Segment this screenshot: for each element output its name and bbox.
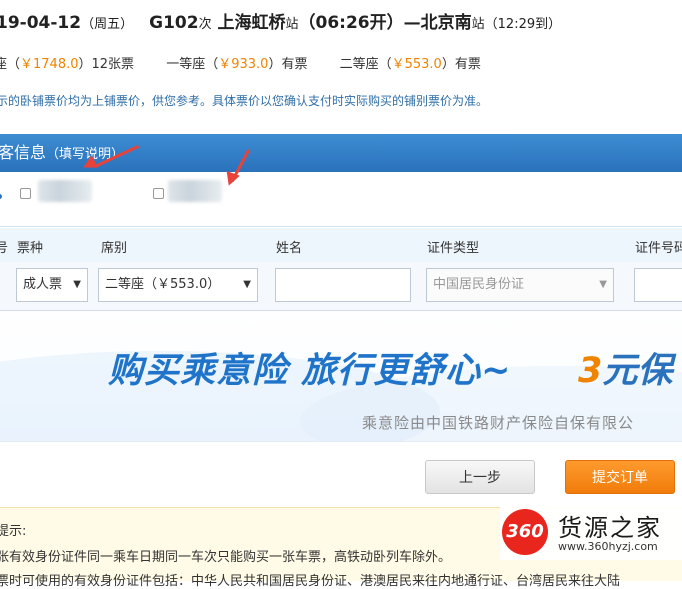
- name-input[interactable]: [275, 268, 411, 302]
- depart-time: （06:26开）: [298, 13, 404, 33]
- previous-step-button[interactable]: 上一步: [425, 460, 535, 494]
- train-summary: 19-04-12（周五） G102次 上海虹桥站（06:26开）—北京南站（12:…: [0, 8, 561, 33]
- watermark-url: www.360hyzj.com: [558, 540, 658, 553]
- promo-text: 元保: [602, 351, 673, 391]
- passenger-checkbox-2[interactable]: [153, 188, 164, 199]
- chevron-down-icon: ▼: [73, 279, 81, 290]
- action-bar: 上一步 提交订单: [0, 441, 682, 508]
- col-name: 姓名: [276, 241, 303, 256]
- route-separator: —: [403, 13, 421, 33]
- insurer-text: 乘意险由中国铁路财产保险自保有限公: [362, 414, 635, 432]
- passenger-panel-header: 客信息（填写说明）: [0, 134, 682, 172]
- from-suffix: 站: [285, 17, 299, 32]
- seat-second: 二等座（￥553.0）有票: [340, 53, 481, 72]
- seat-class-select[interactable]: 二等座（￥553.0） ▼: [98, 268, 258, 302]
- passenger-name-1-redacted: [38, 180, 92, 202]
- seat-business-price: ￥1748.0: [20, 57, 79, 72]
- passenger-checkbox-1[interactable]: [20, 188, 31, 199]
- train-number: G102: [149, 13, 199, 33]
- seat-business: 座（￥1748.0）12张票: [0, 53, 134, 72]
- passenger-table-header: 号 票种 席别 姓名 证件类型 证件号码: [0, 228, 682, 263]
- seat-availability: 座（￥1748.0）12张票 一等座（￥933.0）有票 二等座（￥553.0）…: [0, 53, 509, 72]
- insurance-slogan: 购买乘意险 旅行更舒心~: [108, 351, 512, 391]
- chevron-down-icon: ▼: [599, 279, 607, 290]
- seat-second-price: ￥553.0: [391, 57, 442, 72]
- submit-order-button[interactable]: 提交订单: [565, 460, 675, 494]
- tips-title: 提示:: [0, 524, 27, 539]
- col-seq: 号: [0, 241, 9, 256]
- insurance-promo: 3元保: [578, 342, 672, 393]
- col-id-type: 证件类型: [427, 241, 480, 256]
- seat-first-label: 一等座（: [166, 57, 219, 72]
- seat-first-price: ￥933.0: [218, 57, 269, 72]
- train-weekday: （周五）: [81, 17, 134, 32]
- price-note: 示的卧铺票价均为上铺票价，供您参考。具体票价以您确认支付时实际购买的铺别票价为准…: [0, 94, 489, 108]
- to-suffix: 站: [471, 17, 485, 32]
- passenger-panel-title: 客信息: [0, 143, 47, 162]
- seat-second-count: ）有票: [441, 57, 481, 72]
- col-ticket-type: 票种: [17, 241, 44, 256]
- arrive-time: （12:29到）: [484, 17, 562, 32]
- tips-line-1: 张有效身份证件同一乘车日期同一车次只能购买一张车票，高铁动卧列车除外。: [0, 550, 452, 565]
- seat-business-count: ）12张票: [78, 57, 135, 72]
- chevron-down-icon: ▼: [243, 279, 251, 290]
- to-station: 北京南: [420, 13, 472, 33]
- watermark-logo: 360: [502, 509, 548, 555]
- insurance-banner[interactable]: 购买乘意险 旅行更舒心~ 3元保 乘意险由中国铁路财产保险自保有限公: [0, 311, 682, 441]
- col-seat-class: 席别: [101, 241, 128, 256]
- id-number-input[interactable]: [634, 268, 682, 302]
- passenger-picker: [0, 172, 682, 227]
- passenger-name-2-redacted: [168, 180, 222, 202]
- site-watermark: 360 货源之家 www.360hyzj.com: [500, 506, 682, 560]
- ticket-type-value: 成人票: [23, 277, 63, 292]
- ticket-type-select[interactable]: 成人票 ▼: [16, 268, 88, 302]
- row-bullet: [0, 194, 2, 199]
- from-station: 上海虹桥: [217, 13, 286, 33]
- seat-second-label: 二等座（: [339, 57, 392, 72]
- col-id-number: 证件号码: [635, 241, 682, 256]
- watermark-name: 货源之家: [558, 514, 662, 542]
- seat-first: 一等座（￥933.0）有票: [166, 53, 307, 72]
- promo-price: 3: [578, 351, 603, 391]
- passenger-row: 成人票 ▼ 二等座（￥553.0） ▼ 中国居民身份证 ▼: [0, 262, 682, 311]
- id-type-value: 中国居民身份证: [433, 277, 525, 292]
- seat-business-label: 座（: [0, 57, 21, 72]
- seat-first-count: ）有票: [268, 57, 308, 72]
- train-date: 19-04-12: [0, 13, 82, 33]
- train-number-suffix: 次: [198, 17, 212, 32]
- seat-class-value: 二等座（￥553.0）: [105, 277, 221, 292]
- id-type-select[interactable]: 中国居民身份证 ▼: [426, 268, 614, 302]
